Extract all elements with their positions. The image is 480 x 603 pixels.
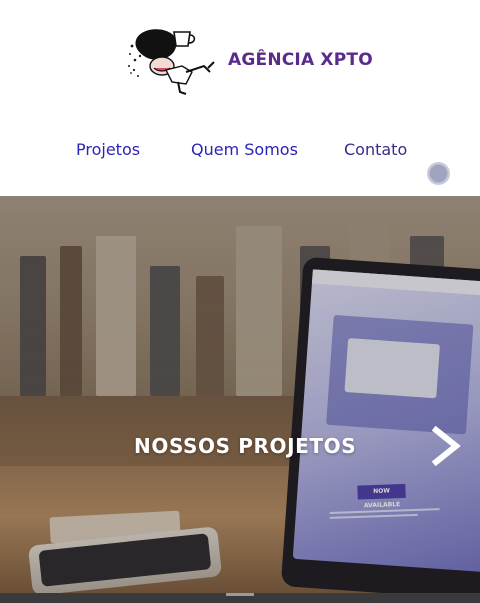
nav-link-contato[interactable]: Contato — [344, 140, 407, 159]
hero-slider: NOW AVAILABLE NOSSOS PROJETOS — [0, 196, 480, 593]
site-header: AGÊNCIA XPTO Projetos Quem Somos Contato — [0, 0, 480, 196]
slider-indicator[interactable] — [226, 593, 254, 596]
nav-link-projetos[interactable]: Projetos — [76, 140, 140, 159]
main-nav: Projetos Quem Somos Contato — [0, 140, 480, 162]
slide-title: NOSSOS PROJETOS — [134, 434, 357, 458]
slider-bottom-bar — [0, 593, 480, 603]
chevron-right-icon[interactable] — [428, 425, 462, 467]
hero-overlay — [0, 196, 480, 593]
theme-toggle-icon[interactable] — [427, 162, 450, 185]
character-with-cup-logo-icon[interactable] — [126, 26, 216, 98]
nav-link-quem-somos[interactable]: Quem Somos — [191, 140, 298, 159]
brand-name[interactable]: AGÊNCIA XPTO — [228, 50, 373, 70]
